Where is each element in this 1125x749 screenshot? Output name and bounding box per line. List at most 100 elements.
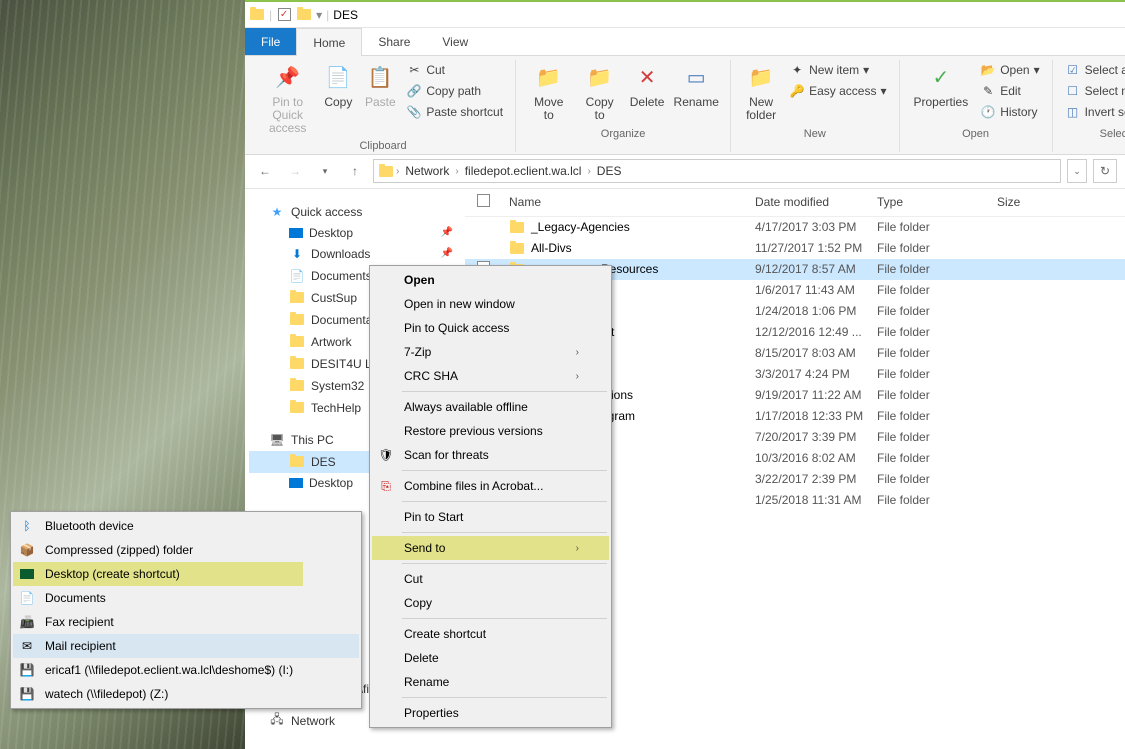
- folder-icon: [289, 454, 305, 470]
- history-button[interactable]: 🕐History: [976, 102, 1043, 122]
- folder-icon: [509, 219, 525, 235]
- select-none-icon: ☐: [1065, 83, 1081, 99]
- ribbon-tabs: File Home Share View: [245, 28, 1125, 56]
- file-row[interactable]: All-Divs11/27/2017 1:52 PMFile folder: [465, 238, 1125, 259]
- ctx-pin-start[interactable]: Pin to Start: [372, 505, 609, 529]
- select-all-button[interactable]: ☑Select all: [1061, 60, 1125, 80]
- ctx-acrobat[interactable]: ⎘Combine files in Acrobat...: [372, 474, 609, 498]
- copy-path-button[interactable]: 🔗Copy path: [402, 81, 507, 101]
- select-none-button[interactable]: ☐Select none: [1061, 81, 1125, 101]
- tab-share[interactable]: Share: [362, 28, 426, 55]
- ctx-cut[interactable]: Cut: [372, 567, 609, 591]
- ctx-restore-versions[interactable]: Restore previous versions: [372, 419, 609, 443]
- separator: [402, 470, 607, 471]
- paste-shortcut-button[interactable]: 📎Paste shortcut: [402, 102, 507, 122]
- ctx-offline[interactable]: Always available offline: [372, 395, 609, 419]
- crumb-host[interactable]: filedepot.eclient.wa.lcl: [461, 164, 586, 178]
- chevron-right-icon[interactable]: ›: [455, 166, 458, 177]
- tab-view[interactable]: View: [426, 28, 484, 55]
- sendto-fax[interactable]: 📠Fax recipient: [13, 610, 359, 634]
- open-button[interactable]: 📂Open ▾: [976, 60, 1043, 80]
- new-item-button[interactable]: ✦New item ▾: [785, 60, 890, 80]
- select-all-icon: ☑: [1065, 62, 1081, 78]
- breadcrumb-bar[interactable]: › Network › filedepot.eclient.wa.lcl › D…: [373, 159, 1061, 183]
- pin-icon: 📌: [441, 248, 453, 259]
- tab-file[interactable]: File: [245, 28, 296, 55]
- ctx-properties[interactable]: Properties: [372, 701, 609, 725]
- quick-access[interactable]: ★Quick access: [249, 201, 461, 223]
- ctx-crc-sha[interactable]: CRC SHA›: [372, 364, 609, 388]
- recent-button[interactable]: ▾: [313, 159, 337, 183]
- column-size[interactable]: Size: [997, 195, 1057, 209]
- zip-icon: 📦: [19, 542, 35, 558]
- ctx-scan-threats[interactable]: 🛡Scan for threats: [372, 443, 609, 467]
- cut-button[interactable]: ✂Cut: [402, 60, 507, 80]
- back-button[interactable]: ←: [253, 159, 277, 183]
- paste-icon: 📋: [364, 62, 396, 94]
- ctx-rename[interactable]: Rename: [372, 670, 609, 694]
- ctx-7zip[interactable]: 7-Zip›: [372, 340, 609, 364]
- separator: |: [269, 8, 272, 22]
- sendto-drive-i[interactable]: 💾ericaf1 (\\filedepot.eclient.wa.lcl\des…: [13, 658, 359, 682]
- nav-item-desktop[interactable]: Desktop📌: [249, 223, 461, 243]
- folder-icon: [509, 240, 525, 256]
- shield-icon: 🛡: [378, 447, 394, 463]
- group-label: New: [804, 128, 826, 140]
- column-name[interactable]: Name: [505, 195, 755, 209]
- chevron-right-icon: ›: [576, 371, 579, 382]
- chevron-right-icon[interactable]: ›: [396, 166, 399, 177]
- rename-button[interactable]: ▭Rename: [670, 60, 722, 111]
- ctx-open[interactable]: Open: [372, 268, 609, 292]
- pin-icon: 📌: [272, 62, 304, 94]
- group-label: Select: [1100, 128, 1125, 140]
- ctx-send-to[interactable]: Send to›: [372, 536, 609, 560]
- crumb-network[interactable]: Network: [401, 164, 453, 178]
- delete-button[interactable]: ✕Delete: [626, 60, 668, 111]
- copy-button[interactable]: 📄Copy: [318, 60, 358, 111]
- nav-item-downloads[interactable]: ⬇Downloads📌: [249, 243, 461, 265]
- pin-quick-access-button[interactable]: 📌Pin to Quick access: [259, 60, 316, 138]
- column-date[interactable]: Date modified: [755, 195, 877, 209]
- select-all-checkbox[interactable]: [465, 194, 505, 210]
- tab-home[interactable]: Home: [296, 28, 362, 56]
- ctx-create-shortcut[interactable]: Create shortcut: [372, 622, 609, 646]
- file-row[interactable]: _Legacy-Agencies4/17/2017 3:03 PMFile fo…: [465, 217, 1125, 238]
- paste-button[interactable]: 📋Paste: [360, 60, 400, 111]
- dropdown-button[interactable]: ⌄: [1067, 159, 1087, 183]
- edit-button[interactable]: ✎Edit: [976, 81, 1043, 101]
- chevron-right-icon: ›: [576, 347, 579, 358]
- new-folder-button[interactable]: 📁New folder: [739, 60, 783, 124]
- ctx-copy[interactable]: Copy: [372, 591, 609, 615]
- sendto-drive-z[interactable]: 💾watech (\\filedepot) (Z:): [13, 682, 359, 706]
- sendto-desktop-shortcut[interactable]: Desktop (create shortcut): [13, 562, 303, 586]
- context-menu: Open Open in new window Pin to Quick acc…: [369, 265, 612, 728]
- forward-button[interactable]: →: [283, 159, 307, 183]
- group-label: Open: [962, 128, 989, 140]
- crumb-folder[interactable]: DES: [593, 164, 626, 178]
- up-button[interactable]: ↑: [343, 159, 367, 183]
- checkbox-icon[interactable]: ✓: [276, 7, 292, 23]
- sendto-compressed[interactable]: 📦Compressed (zipped) folder: [13, 538, 359, 562]
- documents-icon: 📄: [289, 268, 305, 284]
- sendto-bluetooth[interactable]: ᛒBluetooth device: [13, 514, 359, 538]
- invert-selection-button[interactable]: ◫Invert selection: [1061, 102, 1125, 122]
- refresh-button[interactable]: ↻: [1093, 159, 1117, 183]
- sendto-mail[interactable]: ✉Mail recipient: [13, 634, 359, 658]
- new-folder-icon: 📁: [745, 62, 777, 94]
- delete-icon: ✕: [631, 62, 663, 94]
- properties-button[interactable]: ✓Properties: [908, 60, 975, 111]
- move-to-button[interactable]: 📁Move to: [524, 60, 573, 124]
- ctx-delete[interactable]: Delete: [372, 646, 609, 670]
- dropdown-icon[interactable]: ▾: [316, 8, 322, 22]
- window-title: DES: [333, 8, 358, 22]
- ctx-pin-quick-access[interactable]: Pin to Quick access: [372, 316, 609, 340]
- chevron-right-icon[interactable]: ›: [587, 166, 590, 177]
- ctx-open-new-window[interactable]: Open in new window: [372, 292, 609, 316]
- folder-icon: [378, 163, 394, 179]
- easy-access-button[interactable]: 🔑Easy access ▾: [785, 81, 890, 101]
- column-type[interactable]: Type: [877, 195, 997, 209]
- copy-to-button[interactable]: 📁Copy to: [576, 60, 624, 124]
- sendto-documents[interactable]: 📄Documents: [13, 586, 359, 610]
- network-icon: 🖧: [269, 713, 285, 729]
- properties-icon: ✓: [925, 62, 957, 94]
